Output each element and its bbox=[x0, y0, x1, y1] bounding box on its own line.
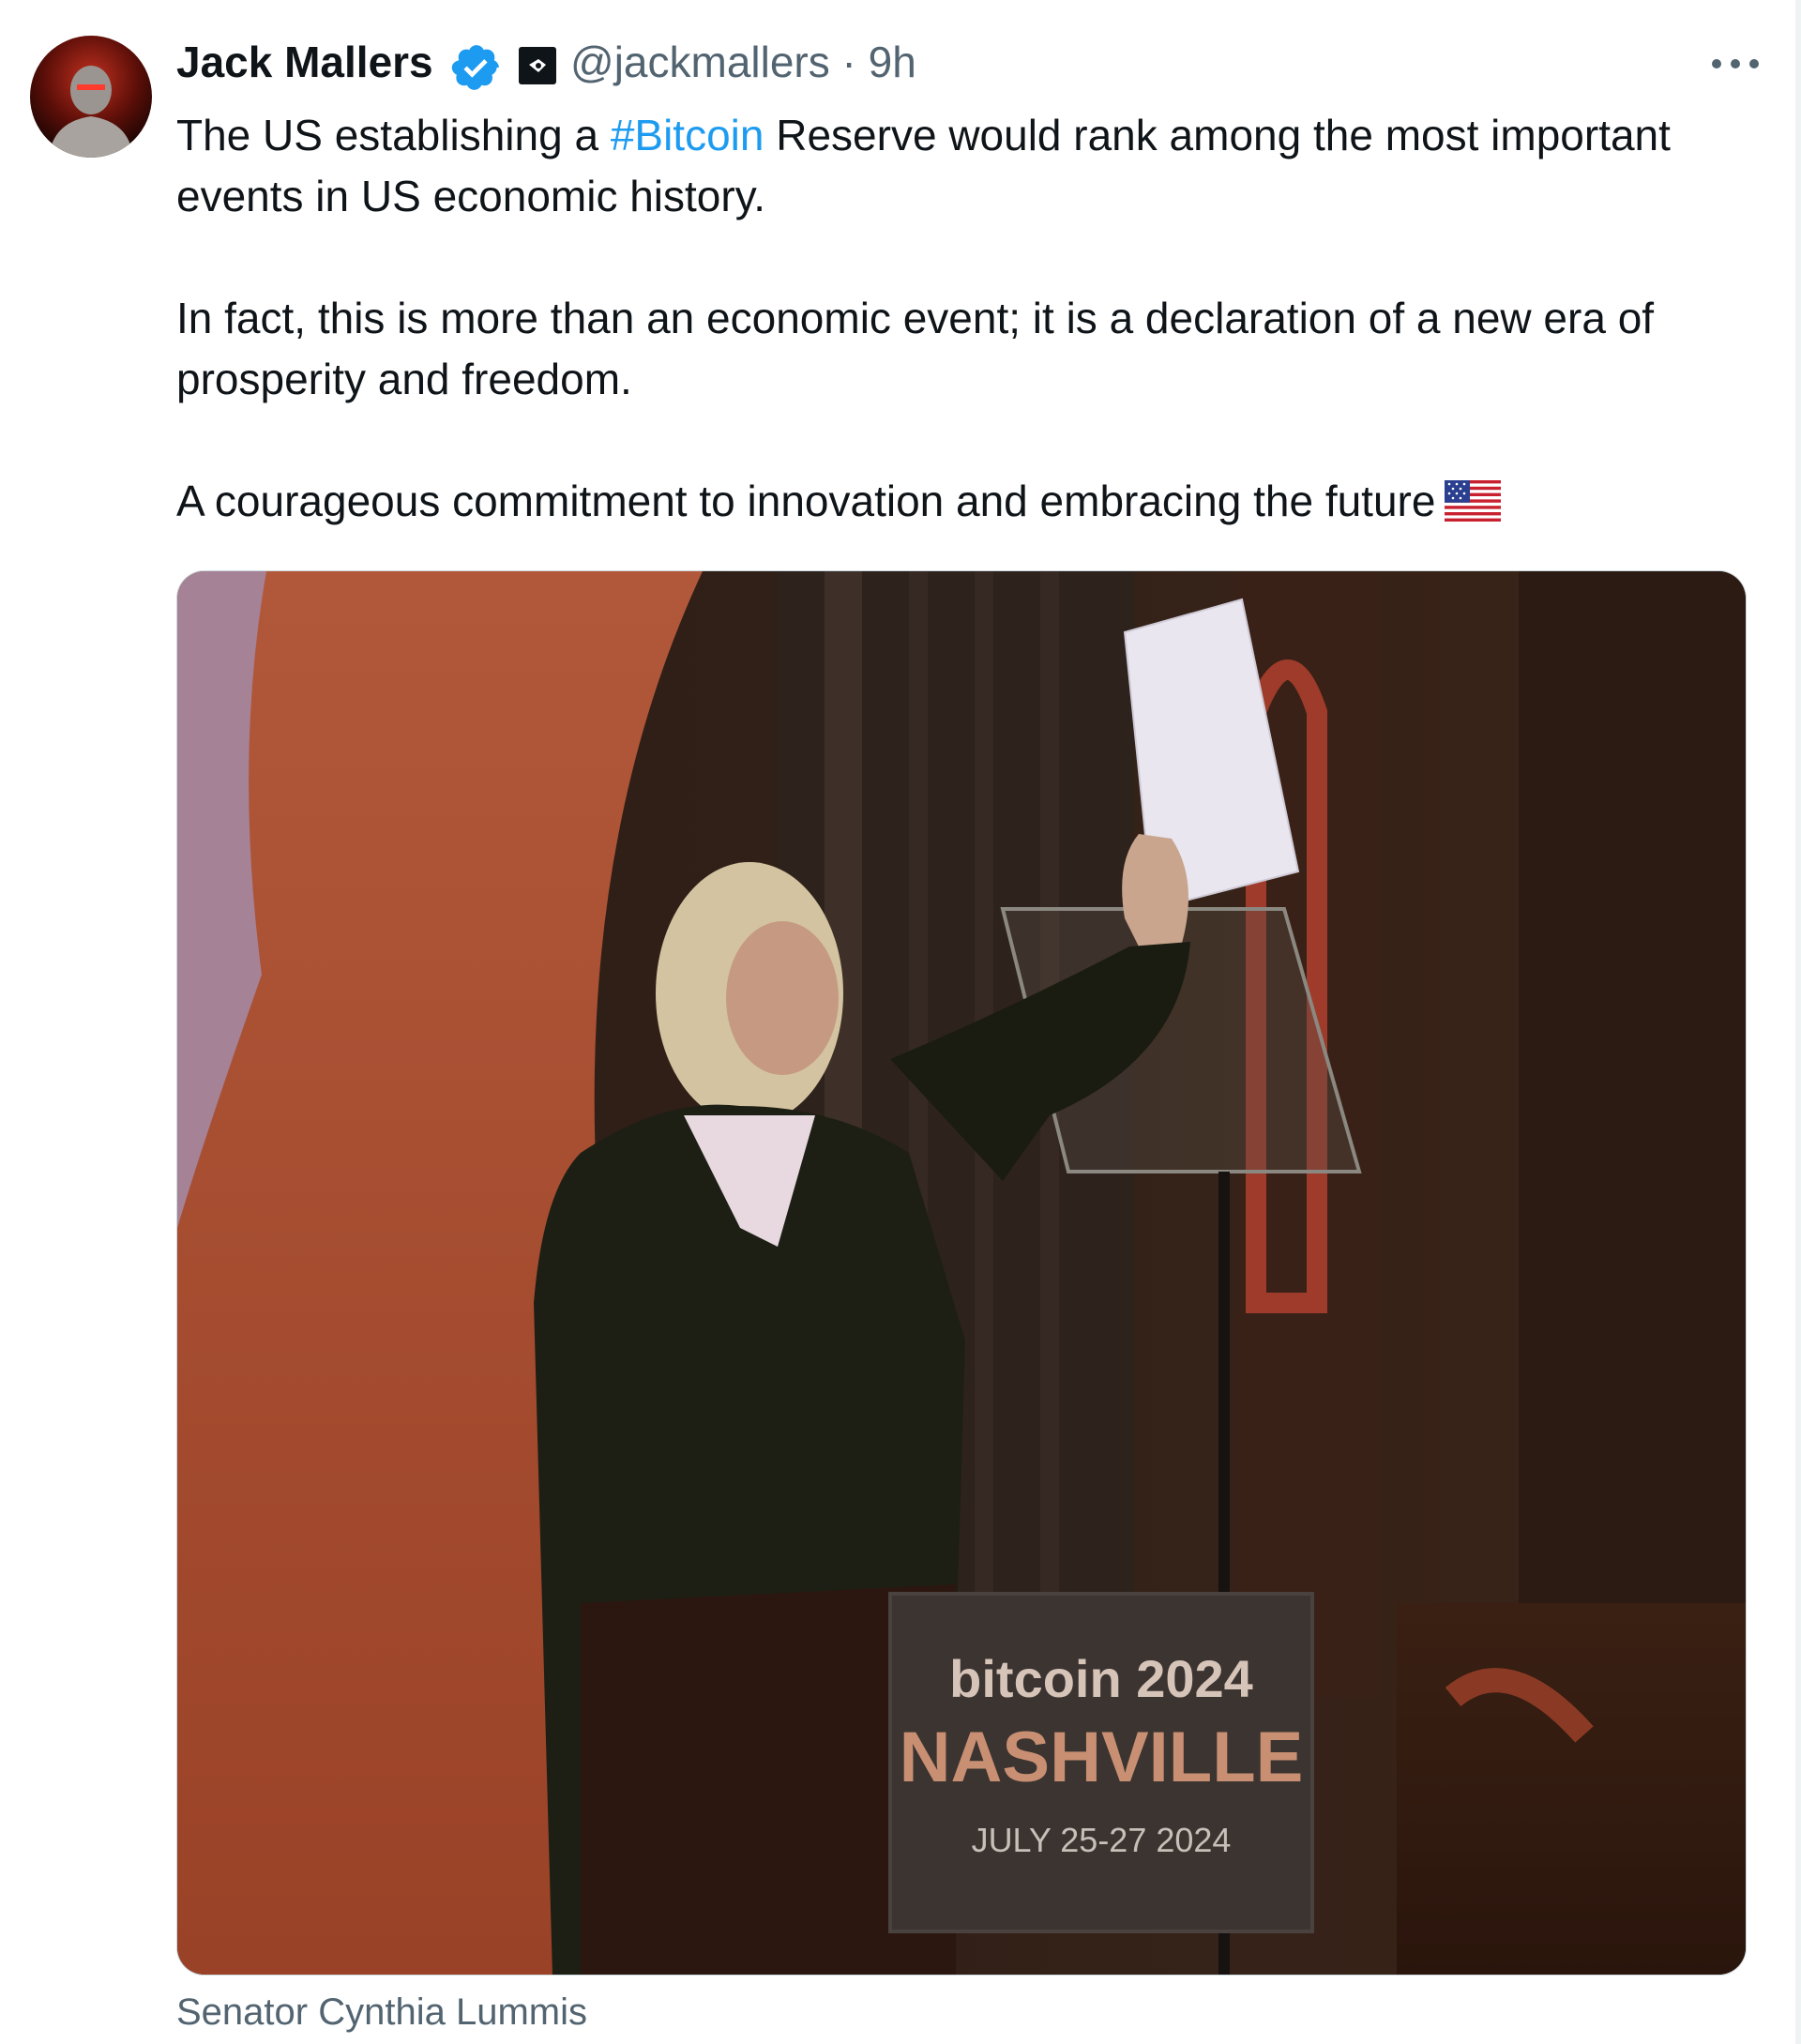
more-options-icon[interactable] bbox=[1707, 53, 1763, 75]
post-time[interactable]: · 9h bbox=[842, 38, 916, 86]
tweet-header: Jack Mallers @jackmallers · 9h bbox=[176, 34, 1763, 90]
page-scrollbar[interactable] bbox=[1795, 0, 1801, 2044]
author-name[interactable]: Jack Mallers bbox=[176, 34, 433, 90]
tweet-paragraph-2: In fact, this is more than an economic e… bbox=[176, 294, 1655, 403]
tweet-media-image[interactable]: bitcoin 2024 NASHVILLE JULY 25-27 2024 bbox=[176, 570, 1747, 1976]
tweet-paragraph-3: A courageous commitment to innovation an… bbox=[176, 471, 1752, 537]
profile-avatar[interactable] bbox=[30, 36, 152, 158]
podium-brand-text: bitcoin 2024 bbox=[949, 1649, 1253, 1708]
tweet-card[interactable]: Jack Mallers @jackmallers · 9h The US es… bbox=[0, 0, 1801, 2044]
podium-city-text: NASHVILLE bbox=[900, 1718, 1304, 1797]
us-flag-icon bbox=[1445, 477, 1502, 537]
tweet-text: The US establishing a #Bitcoin Reserve w… bbox=[176, 105, 1752, 537]
author-handle-and-time[interactable]: @jackmallers · 9h bbox=[570, 34, 916, 90]
media-caption: Senator Cynthia Lummis bbox=[176, 1991, 587, 2033]
affiliation-badge-icon[interactable] bbox=[518, 46, 557, 85]
verified-badge-icon bbox=[450, 41, 503, 94]
author-handle[interactable]: @jackmallers bbox=[570, 38, 830, 86]
podium-dates-text: JULY 25-27 2024 bbox=[972, 1821, 1232, 1859]
tweet-paragraph-1: The US establishing a #Bitcoin Reserve w… bbox=[176, 111, 1671, 220]
hashtag-link[interactable]: #Bitcoin bbox=[611, 111, 764, 159]
